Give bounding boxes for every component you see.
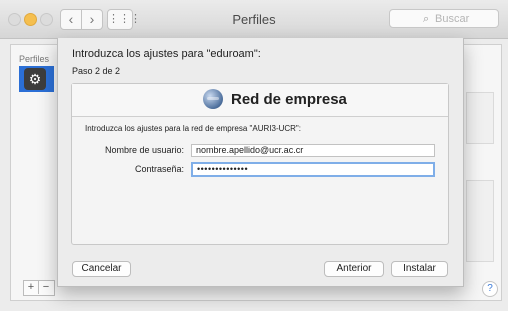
username-label: Nombre de usuario:: [104, 145, 184, 155]
step-indicator: Paso 2 de 2: [72, 66, 121, 76]
search-placeholder: Buscar: [435, 13, 470, 25]
cancel-button[interactable]: Cancelar: [72, 261, 131, 277]
search-field[interactable]: ⌕ Buscar: [389, 9, 499, 28]
add-remove-control: + −: [23, 280, 55, 296]
enterprise-network-panel: Red de empresa Introduzca los ajustes pa…: [71, 83, 449, 245]
panel-heading: Red de empresa: [231, 91, 347, 108]
background-detail-card: [466, 92, 494, 144]
title-bar: ‹ › ⋮⋮⋮ Perfiles ⌕ Buscar: [0, 0, 508, 39]
password-field[interactable]: ••••••••••••••: [191, 162, 435, 177]
sidebar-header: Perfiles: [19, 54, 50, 64]
globe-icon: [203, 89, 223, 109]
sheet-title: Introduzca los ajustes para "eduroam":: [72, 48, 261, 60]
profile-icon: ⚙: [24, 68, 46, 90]
panel-description: Introduzca los ajustes para la red de em…: [85, 124, 301, 133]
remove-profile-button[interactable]: −: [38, 281, 53, 294]
install-settings-sheet: Introduzca los ajustes para "eduroam": P…: [57, 38, 464, 287]
search-icon: ⌕: [423, 13, 430, 25]
background-detail-card: [466, 180, 494, 262]
install-button[interactable]: Instalar: [391, 261, 448, 277]
help-button[interactable]: ?: [482, 281, 498, 297]
add-profile-button[interactable]: +: [24, 281, 38, 294]
previous-button[interactable]: Anterior: [324, 261, 384, 277]
panel-header: Red de empresa: [72, 84, 448, 117]
username-field[interactable]: nombre.apellido@ucr.ac.cr: [191, 144, 435, 157]
sidebar-item-profile[interactable]: ⚙: [19, 66, 54, 92]
profiles-window: ‹ › ⋮⋮⋮ Perfiles ⌕ Buscar Perfiles ⚙ + − …: [0, 0, 508, 311]
password-label: Contraseña:: [134, 164, 184, 174]
